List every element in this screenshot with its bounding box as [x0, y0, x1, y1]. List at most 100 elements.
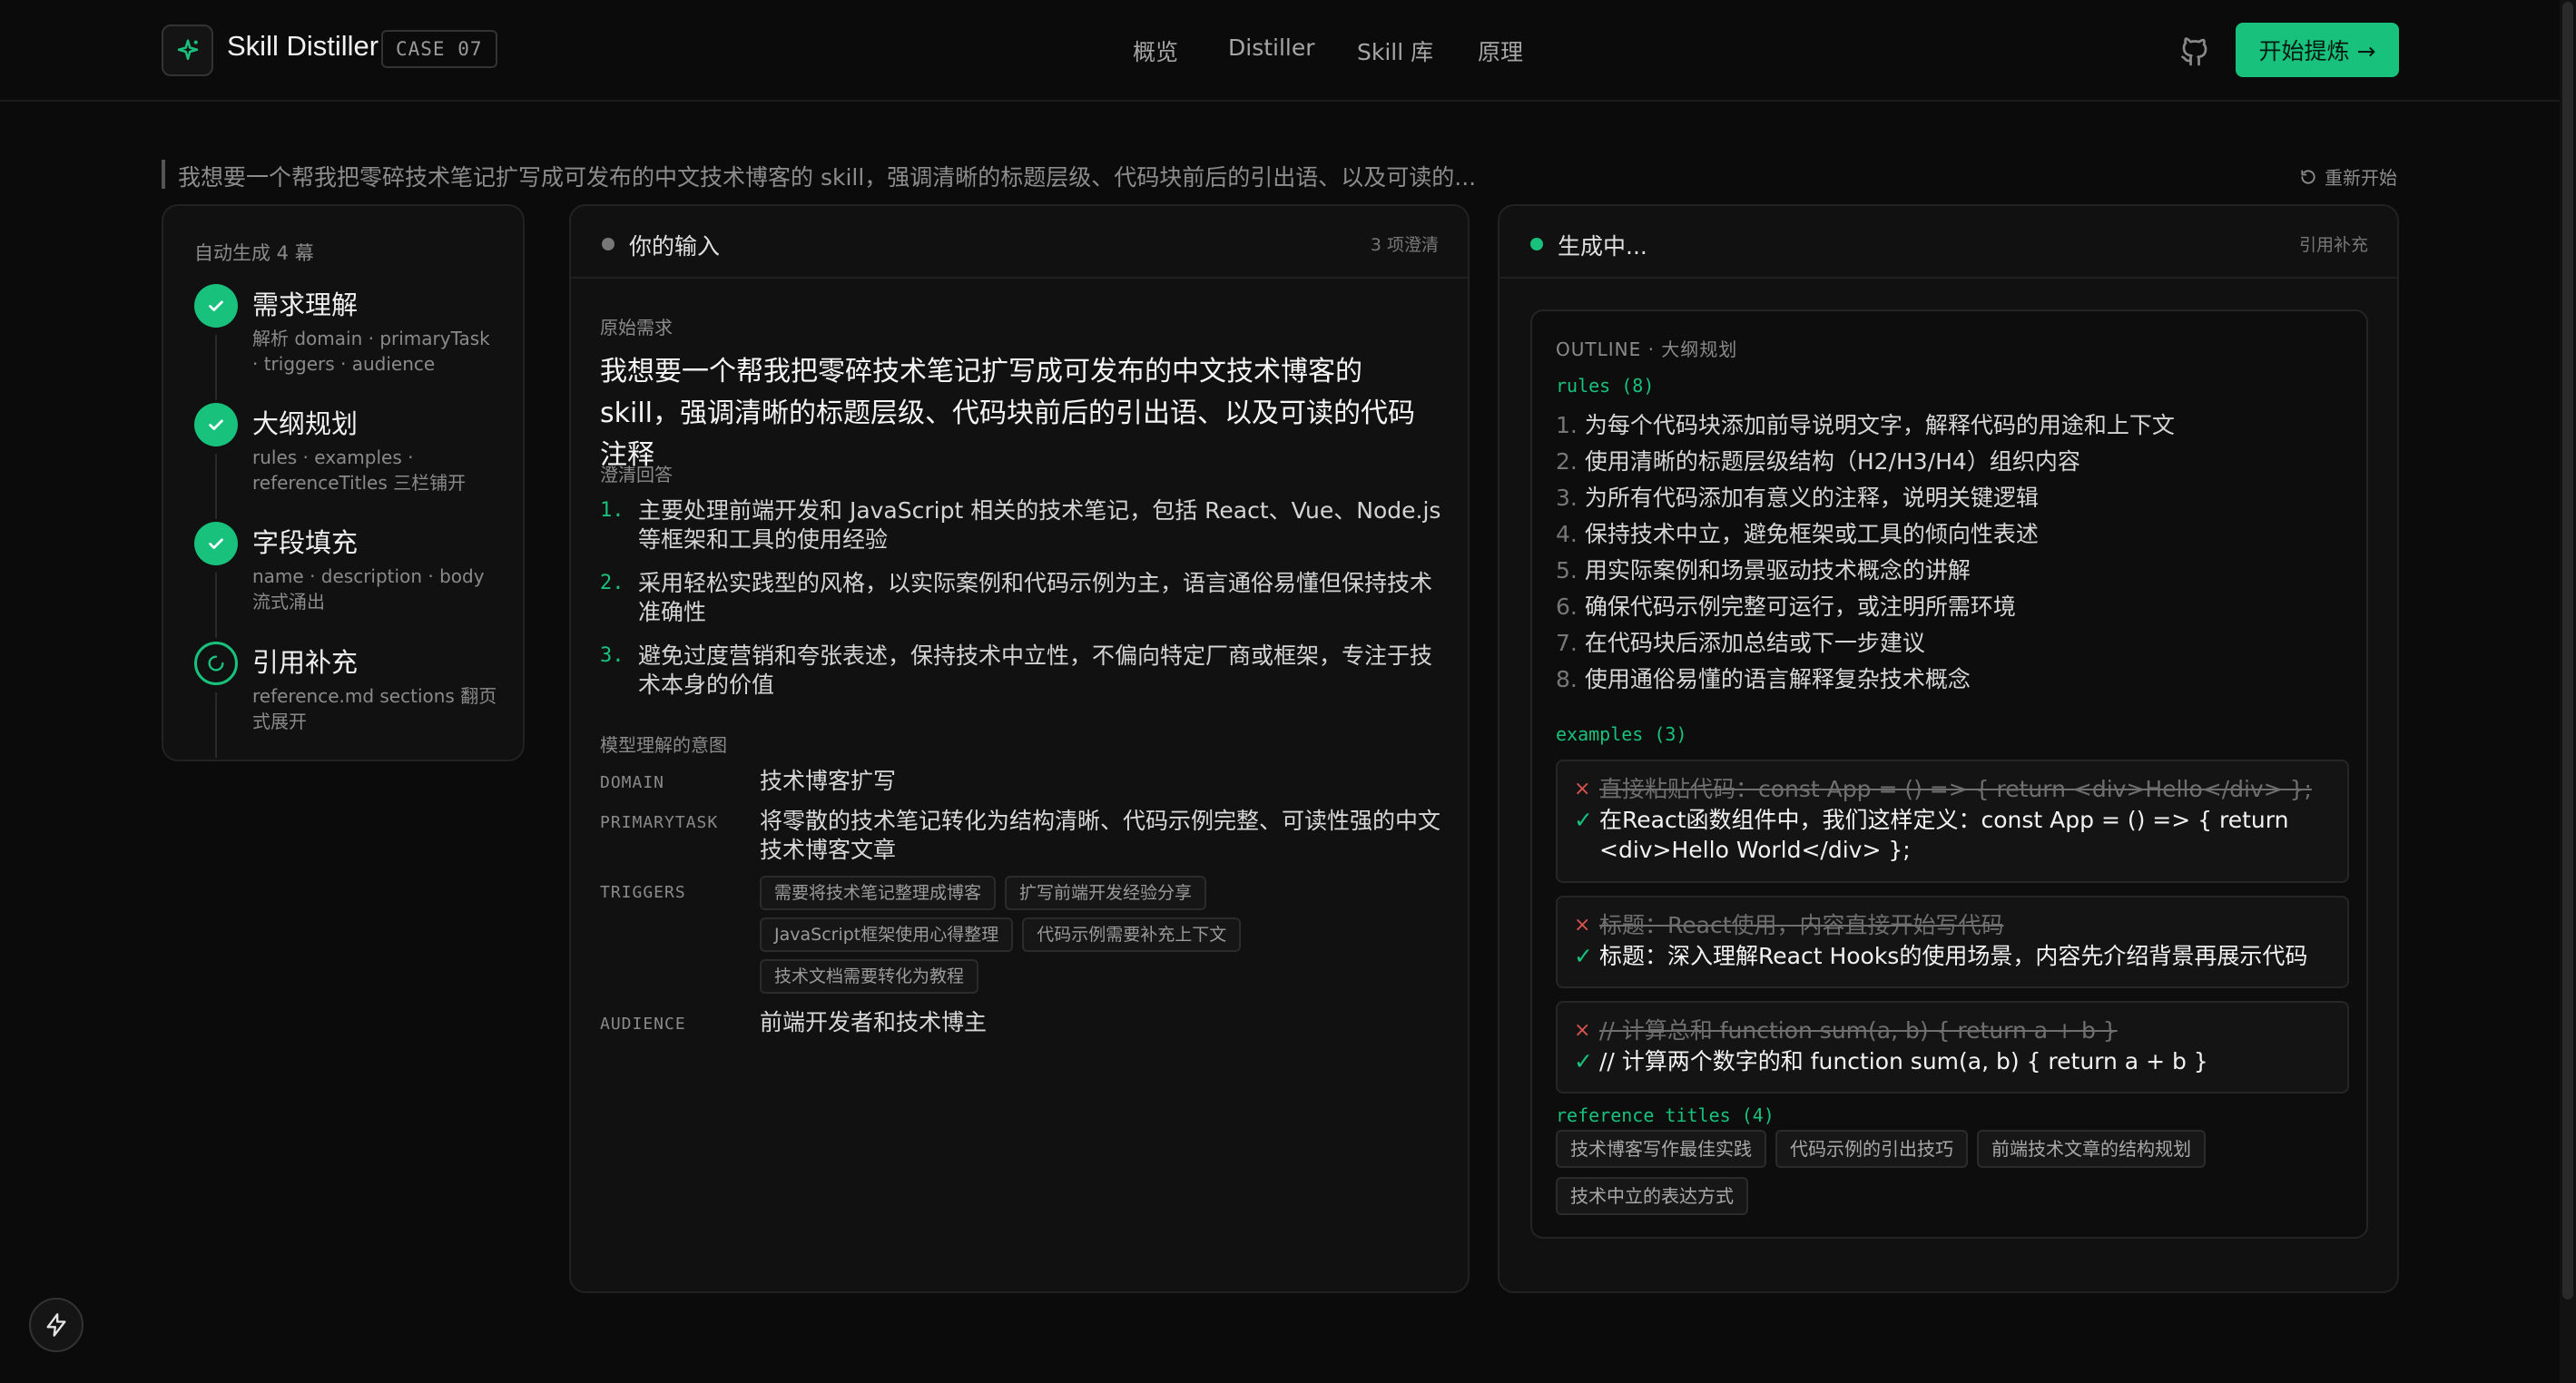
nav-overview[interactable]: 概览	[1133, 34, 1178, 67]
bad-example-text: // 计算总和 function sum(a, b) { return a + …	[1599, 1017, 2118, 1044]
input-panel: 你的输入 3 项澄清 原始需求 我想要一个帮我把零碎技术笔记扩写成可发布的中文技…	[569, 204, 1470, 1293]
step-references[interactable]: 引用补充 reference.md sections 翻页式展开	[194, 642, 503, 758]
input-panel-header: 你的输入 3 项澄清	[571, 206, 1468, 279]
step-fields[interactable]: 字段填充 name · description · body 流式涌出	[194, 522, 503, 638]
trigger-tag: 技术文档需要转化为教程	[760, 959, 979, 994]
current-stage: 引用补充	[2298, 235, 2368, 255]
trigger-tag: 代码示例需要补充上下文	[1022, 917, 1242, 952]
outline-card: OUTLINE · 大纲规划 rules (8) 1. 为每个代码块添加前导说明文…	[1530, 309, 2368, 1239]
steps-title: 自动生成 4 幕	[194, 242, 314, 264]
clarification-item: 3. 避免过度营销和夸张表述，保持技术中立性，不偏向特定厂商或框架，专注于技术本…	[600, 642, 1444, 700]
start-distill-button[interactable]: 开始提炼 →	[2236, 23, 2399, 77]
rule-text: 使用清晰的标题层级结构（H2/H3/H4）组织内容	[1584, 448, 2080, 475]
generation-panel: 生成中... 引用补充 OUTLINE · 大纲规划 rules (8) 1. 为…	[1498, 204, 2399, 1293]
references-label: reference titles (4)	[1556, 1104, 1775, 1126]
triggers-key: TRIGGERS	[600, 883, 686, 902]
trigger-tag: 扩写前端开发经验分享	[1005, 876, 1207, 910]
nav-principles[interactable]: 原理	[1478, 34, 1523, 67]
rule-item: 5. 用实际案例和场景驱动技术概念的讲解	[1556, 553, 2355, 589]
cross-icon: ×	[1574, 1019, 1591, 1042]
step-title: 大纲规划	[252, 408, 359, 439]
step-desc: reference.md sections 翻页式展开	[252, 685, 497, 732]
clarification-count: 3 项澄清	[1370, 235, 1439, 255]
domain-value: 技术博客扩写	[760, 768, 897, 794]
cross-icon: ×	[1574, 778, 1591, 800]
trigger-tag: JavaScript框架使用心得整理	[760, 917, 1014, 952]
rules-list: 1. 为每个代码块添加前导说明文字，解释代码的用途和上下文 2. 使用清晰的标题层级…	[1556, 407, 2355, 698]
clarification-item: 1. 主要处理前端开发和 JavaScript 相关的技术笔记，包括 React…	[600, 496, 1444, 554]
check-icon	[194, 403, 238, 446]
step-desc: name · description · body 流式涌出	[252, 565, 485, 613]
good-example-text: 在React函数组件中，我们这样定义：const App = () => { r…	[1599, 807, 2289, 863]
good-example-text: // 计算两个数字的和 function sum(a, b) { return …	[1599, 1048, 2208, 1074]
intent-label: 模型理解的意图	[600, 734, 727, 756]
rule-number: 1.	[1556, 412, 1578, 438]
rule-text: 在代码块后添加总结或下一步建议	[1584, 630, 1925, 656]
lightning-icon	[46, 1313, 66, 1337]
rule-text: 确保代码示例完整可运行，或注明所需环境	[1584, 593, 2016, 620]
reference-tags: 技术博客写作最佳实践 代码示例的引出技巧 前端技术文章的结构规划 技术中立的表达方式	[1556, 1130, 2355, 1224]
step-title: 字段填充	[252, 527, 359, 558]
github-icon[interactable]	[2178, 34, 2211, 67]
step-title: 引用补充	[252, 647, 359, 678]
rule-number: 5.	[1556, 557, 1578, 584]
clarification-list: 1. 主要处理前端开发和 JavaScript 相关的技术笔记，包括 React…	[600, 496, 1444, 714]
rule-item: 8. 使用通俗易懂的语言解释复杂技术概念	[1556, 662, 2355, 698]
vertical-scrollbar[interactable]	[2560, 0, 2576, 1383]
trigger-tag: 需要将技术笔记整理成博客	[760, 876, 997, 910]
restart-button[interactable]: 重新开始	[2299, 163, 2397, 190]
step-connector	[215, 573, 217, 638]
audience-value: 前端开发者和技术博主	[760, 1009, 988, 1035]
check-icon: ✓	[1574, 807, 1593, 833]
raw-request-text: 我想要一个帮我把零碎技术笔记扩写成可发布的中文技术博客的 skill，强调清晰的…	[600, 356, 1416, 471]
good-example: ✓ 标题：深入理解React Hooks的使用场景，内容先介绍背景再展示代码	[1574, 941, 2331, 971]
rule-item: 4. 保持技术中立，避免框架或工具的倾向性表述	[1556, 516, 2355, 553]
nav-distiller[interactable]: Distiller	[1228, 34, 1315, 61]
check-icon	[194, 284, 238, 328]
primary-task-value: 将零散的技术笔记转化为结构清晰、代码示例完整、可读性强的中文技术博客文章	[760, 808, 1441, 863]
rule-item: 1. 为每个代码块添加前导说明文字，解释代码的用途和上下文	[1556, 407, 2355, 444]
bad-example: × 直接粘贴代码：const App = () => { return <div>…	[1574, 774, 2331, 805]
examples-label: examples (3)	[1556, 723, 1687, 745]
rule-text: 用实际案例和场景驱动技术概念的讲解	[1584, 557, 1971, 584]
rule-number: 2.	[1556, 448, 1578, 475]
good-example-text: 标题：深入理解React Hooks的使用场景，内容先介绍背景再展示代码	[1599, 943, 2308, 969]
scrollbar-thumb[interactable]	[2562, 2, 2573, 1300]
rule-text: 保持技术中立，避免框架或工具的倾向性表述	[1584, 521, 2039, 547]
prompt-summary: 我想要一个帮我把零碎技术笔记扩写成可发布的中文技术博客的 skill，强调清晰的…	[162, 160, 1476, 191]
bad-example-text: 标题：React使用，内容直接开始写代码	[1599, 912, 2004, 938]
steps-panel: 自动生成 4 幕 需求理解 解析 domain · primaryTask · …	[162, 204, 525, 761]
step-connector	[215, 454, 217, 519]
check-icon: ✓	[1574, 1048, 1593, 1074]
nav-skill-library[interactable]: Skill 库	[1357, 34, 1433, 67]
outline-label: OUTLINE · 大纲规划	[1556, 338, 1738, 360]
example-card: × 直接粘贴代码：const App = () => { return <div>…	[1556, 760, 2349, 883]
rule-number: 3.	[1556, 485, 1578, 511]
generation-status: 生成中...	[1558, 233, 1647, 260]
step-title: 需求理解	[252, 289, 359, 320]
input-panel-title: 你的输入	[629, 233, 721, 260]
check-icon	[194, 522, 238, 565]
check-icon: ✓	[1574, 943, 1593, 969]
primary-task-key: PRIMARYTASK	[600, 813, 719, 832]
rule-number: 6.	[1556, 593, 1578, 620]
status-dot-icon	[1530, 238, 1543, 250]
step-outline[interactable]: 大纲规划 rules · examples · referenceTitles …	[194, 403, 503, 519]
cross-icon: ×	[1574, 914, 1591, 937]
raw-request-label: 原始需求	[600, 317, 673, 338]
rule-item: 6. 确保代码示例完整可运行，或注明所需环境	[1556, 589, 2355, 625]
clarification-number: 3.	[600, 644, 624, 667]
rule-number: 8.	[1556, 666, 1578, 692]
lightning-bolt-button[interactable]	[29, 1298, 84, 1352]
step-connector	[215, 335, 217, 400]
reference-tag: 前端技术文章的结构规划	[1977, 1130, 2206, 1168]
rule-item: 3. 为所有代码添加有意义的注释，说明关键逻辑	[1556, 480, 2355, 516]
refresh-icon	[2301, 169, 2315, 184]
bad-example: × 标题：React使用，内容直接开始写代码	[1574, 910, 2331, 941]
step-requirement[interactable]: 需求理解 解析 domain · primaryTask · triggers …	[194, 284, 503, 400]
example-card: × 标题：React使用，内容直接开始写代码 ✓ 标题：深入理解React Hook…	[1556, 896, 2349, 988]
example-card: × // 计算总和 function sum(a, b) { return a +…	[1556, 1001, 2349, 1094]
good-example: ✓// 计算两个数字的和 function sum(a, b) { return…	[1574, 1046, 2331, 1076]
step-desc: 解析 domain · primaryTask · triggers · aud…	[252, 328, 490, 375]
step-desc: rules · examples · referenceTitles 三栏铺开	[252, 446, 467, 494]
